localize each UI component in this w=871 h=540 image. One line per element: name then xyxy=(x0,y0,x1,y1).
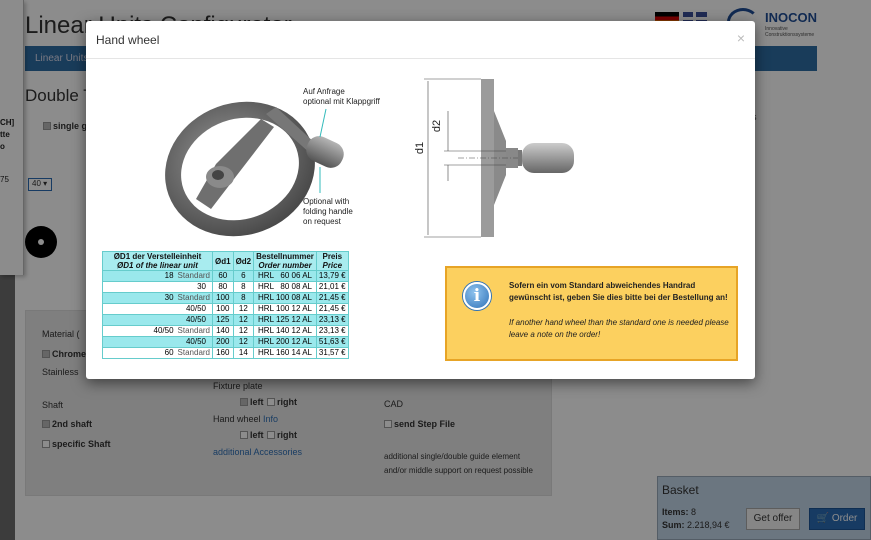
cell-d1: 140 xyxy=(212,325,234,337)
cell-d1: 160 xyxy=(212,347,234,359)
hand-wheel-modal: Hand wheel × Auf Anfrage optional mit Kl… xyxy=(86,21,755,379)
cell-d2: 14 xyxy=(232,347,255,359)
header-de: ØD1 der Verstelleinheit xyxy=(113,252,202,261)
cell-unit-diameter: 40/50 Standard xyxy=(102,325,213,337)
cell-price: 31,57 € xyxy=(315,347,349,359)
cell-d1: 200 xyxy=(212,336,234,348)
table-row: 30 Standard 100 8 HRL 100 08 AL 21,45 € xyxy=(102,292,349,304)
cell-unit-diameter: 60 Standard xyxy=(102,347,213,359)
table-row: 40/50 200 12 HRL 200 12 AL 51,63 € xyxy=(102,336,349,348)
cell-d2: 8 xyxy=(232,281,255,293)
dimension-drawing xyxy=(424,78,574,238)
cell-order-number: HRL 80 08 AL xyxy=(253,281,317,293)
info-note: i Sofern ein vom Standard abweichendes H… xyxy=(445,266,738,361)
header-de: Preis xyxy=(322,252,343,261)
col-header-order: Bestellnummer Order number xyxy=(253,251,317,271)
col-header-price: Preis Price xyxy=(315,251,349,271)
cell-price: 21,01 € xyxy=(315,281,349,293)
modal-title: Hand wheel xyxy=(96,33,160,47)
dim-d1: d1 xyxy=(414,141,427,155)
table-row: 18 Standard 60 6 HRL 60 06 AL 13,79 € xyxy=(102,270,349,282)
standard-flag: Standard xyxy=(177,326,210,335)
col-header-d1-unit: ØD1 der Verstelleinheit ØD1 of the linear… xyxy=(102,251,213,271)
cell-price: 23,13 € xyxy=(315,314,349,326)
cell-d1: 80 xyxy=(212,281,234,293)
caption-bottom: Optional with folding handle on request xyxy=(303,197,353,226)
cell-d2: 8 xyxy=(232,292,255,304)
cell-unit-diameter: 40/50 xyxy=(102,303,213,315)
cell-d1: 100 xyxy=(212,303,234,315)
cell-order-number: HRL 60 06 AL xyxy=(253,270,317,282)
unit-diameter: 40/50 xyxy=(185,337,206,346)
table-row: 40/50 100 12 HRL 100 12 AL 21,45 € xyxy=(102,303,349,315)
cell-d1: 125 xyxy=(212,314,234,326)
cell-unit-diameter: 30 xyxy=(102,281,213,293)
header-de: Bestellnummer xyxy=(256,252,314,261)
unit-diameter: 60 xyxy=(164,348,174,357)
modal-header: Hand wheel × xyxy=(86,21,755,59)
unit-diameter: 30 xyxy=(197,282,206,291)
unit-diameter: 18 xyxy=(164,271,174,280)
note-german: Sofern ein vom Standard abweichendes Han… xyxy=(509,281,728,302)
table-header-row: ØD1 der Verstelleinheit ØD1 of the linear… xyxy=(102,251,349,271)
cell-unit-diameter: 18 Standard xyxy=(102,270,213,282)
cell-price: 13,79 € xyxy=(315,270,349,282)
cell-order-number: HRL 140 12 AL xyxy=(253,325,317,337)
caption-arrows xyxy=(319,108,327,193)
standard-flag: Standard xyxy=(177,293,210,302)
unit-diameter: 40/50 xyxy=(153,326,174,335)
cell-price: 23,13 € xyxy=(315,325,349,337)
cell-price: 21,45 € xyxy=(315,292,349,304)
table-row: 40/50 125 12 HRL 125 12 AL 23,13 € xyxy=(102,314,349,326)
cell-price: 51,63 € xyxy=(315,336,349,348)
price-table: ØD1 der Verstelleinheit ØD1 of the linear… xyxy=(102,251,349,359)
note-english: If another hand wheel than the standard … xyxy=(509,318,729,339)
close-icon[interactable]: × xyxy=(737,30,745,46)
unit-diameter: 30 xyxy=(164,293,174,302)
cell-d2: 6 xyxy=(232,270,255,282)
cell-order-number: HRL 160 14 AL xyxy=(253,347,317,359)
cell-order-number: HRL 100 08 AL xyxy=(253,292,317,304)
cell-order-number: HRL 125 12 AL xyxy=(253,314,317,326)
unit-diameter: 40/50 xyxy=(185,315,206,324)
cell-d2: 12 xyxy=(232,303,255,315)
info-icon: i xyxy=(463,282,491,310)
cell-d1: 100 xyxy=(212,292,234,304)
cell-order-number: HRL 100 12 AL xyxy=(253,303,317,315)
caption-top: Auf Anfrage optional mit Klappgriff xyxy=(303,87,380,106)
header-en: Order number xyxy=(258,261,312,270)
col-header-d1: Ød1 xyxy=(212,251,234,271)
table-row: 60 Standard 160 14 HRL 160 14 AL 31,57 € xyxy=(102,347,349,359)
col-header-d2: Ød2 xyxy=(232,251,255,271)
table-row: 40/50 Standard 140 12 HRL 140 12 AL 23,13 € xyxy=(102,325,349,337)
header-en: Price xyxy=(322,261,343,270)
cell-d1: 60 xyxy=(212,270,234,282)
cell-price: 21,45 € xyxy=(315,303,349,315)
cell-unit-diameter: 40/50 xyxy=(102,336,213,348)
table-row: 30 80 8 HRL 80 08 AL 21,01 € xyxy=(102,281,349,293)
header-en: ØD1 of the linear unit xyxy=(117,261,198,270)
cell-unit-diameter: 30 Standard xyxy=(102,292,213,304)
cell-unit-diameter: 40/50 xyxy=(102,314,213,326)
standard-flag: Standard xyxy=(177,271,210,280)
cell-d2: 12 xyxy=(232,314,255,326)
cell-order-number: HRL 200 12 AL xyxy=(253,336,317,348)
cell-d2: 12 xyxy=(232,336,255,348)
unit-diameter: 40/50 xyxy=(185,304,206,313)
standard-flag: Standard xyxy=(177,348,210,357)
dim-d2: d2 xyxy=(431,119,444,133)
cell-d2: 12 xyxy=(232,325,255,337)
